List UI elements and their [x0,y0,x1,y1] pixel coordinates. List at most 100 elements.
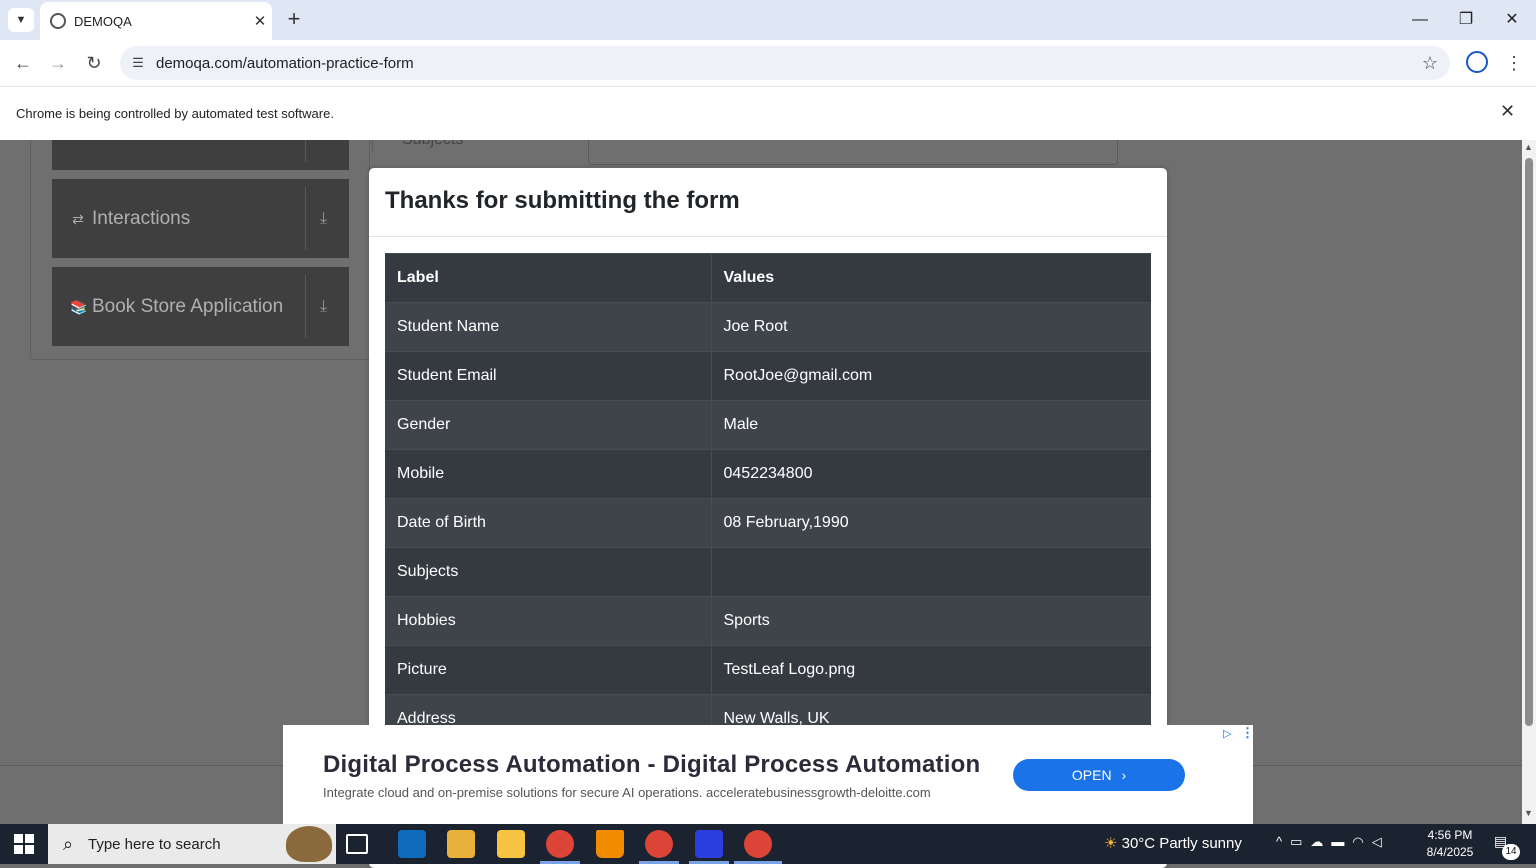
weather-widget[interactable]: ☀ 30°C Partly sunny [1104,834,1242,852]
download-arrow-icon: ⤓ [320,209,328,227]
infobar-message: Chrome is being controlled by automated … [16,106,334,121]
sidebar-group-label: Book Store Application [92,295,284,317]
row-label: Student Email [385,351,712,401]
row-label: Mobile [385,449,712,499]
site-info-icon[interactable]: ☰ [120,55,156,71]
row-value: TestLeaf Logo.png [711,645,1151,695]
volume-icon[interactable]: ◁ [1372,834,1390,849]
minimize-icon[interactable]: — [1400,6,1440,34]
table-row: Picture TestLeaf Logo.png [385,645,1151,695]
url-text[interactable]: demoqa.com/automation-practice-form [156,55,1410,72]
table-row: Hobbies Sports [385,596,1151,646]
back-icon[interactable]: ← [8,48,38,78]
globe-icon [50,13,66,29]
column-header-label: Label [385,253,712,303]
row-value: Male [711,400,1151,450]
row-label: Date of Birth [385,498,712,548]
profile-icon[interactable] [1466,51,1488,73]
taskbar-search[interactable]: ⌕ Type here to search [48,824,336,864]
file-explorer-icon[interactable] [447,830,475,858]
subjects-label: Subjects [402,140,463,149]
windows-taskbar: ⌕ Type here to search ☀ 30°C Partly sunn… [0,824,1536,864]
row-value: 0452234800 [711,449,1151,499]
task-view-icon[interactable] [346,834,368,854]
scroll-thumb[interactable] [1525,158,1533,726]
row-value: Sports [711,596,1151,646]
bookmark-star-icon[interactable]: ☆ [1410,53,1450,74]
sidebar-group-book-store[interactable]: 📚 Book Store Application ⤓ [52,267,349,346]
partly-sunny-icon: ☀ [1104,835,1118,852]
tab-title: DEMOQA [74,13,132,29]
row-label: Subjects [385,547,712,597]
vlc-icon[interactable] [596,830,624,858]
row-value: Joe Root [711,302,1151,352]
system-tray[interactable]: ^▭☁▬◠◁ [1276,834,1390,850]
ad-open-button[interactable]: OPEN › [1013,759,1185,791]
column-header-values: Values [711,253,1151,303]
subjects-input[interactable] [588,140,1118,165]
clock-time: 4:56 PM [1427,828,1473,842]
chrome-icon[interactable] [546,830,574,858]
modal-title: Thanks for submitting the form [385,187,740,214]
chrome-active-icon[interactable] [744,830,772,858]
row-label: Hobbies [385,596,712,646]
modal-header: Thanks for submitting the form [369,168,1167,237]
sidebar-group-label: Interactions [92,207,191,229]
browser-tab[interactable]: DEMOQA ✕ [40,2,272,40]
new-tab-button[interactable]: + [282,6,306,34]
sidebar-group-interactions[interactable]: ⇄ Interactions ⤓ [52,179,349,258]
download-arrow-icon: ⤓ [320,297,328,315]
tab-search-chevron-icon[interactable]: ▼ [8,8,34,32]
tab-bar: ▼ DEMOQA ✕ + — ❐ ✕ [0,0,1536,40]
table-row: Date of Birth 08 February,1990 [385,498,1151,548]
ad-open-label: OPEN [1071,767,1112,783]
page-scrollbar[interactable]: ▲ ▼ [1522,140,1536,824]
ad-menu-icon[interactable]: ⋮ [1241,725,1254,741]
battery-icon[interactable]: ▬ [1331,834,1352,849]
scroll-down-icon[interactable]: ▼ [1524,808,1533,818]
row-value: 08 February,1990 [711,498,1151,548]
weather-text: 30°C Partly sunny [1121,835,1242,852]
infobar-close-icon[interactable]: ✕ [1500,101,1515,122]
ad-subtitle[interactable]: Integrate cloud and on-premise solutions… [323,785,931,800]
close-tab-icon[interactable]: ✕ [248,12,272,30]
table-row: Student Email RootJoe@gmail.com [385,351,1151,401]
chevron-up-icon[interactable]: ^ [1276,834,1290,849]
display-icon[interactable]: ▭ [1290,834,1310,849]
ad-banner[interactable]: ▷ ⋮ Digital Process Automation - Digital… [283,725,1254,824]
windows-start-icon[interactable] [14,834,34,854]
taskbar-search-placeholder: Type here to search [88,835,221,853]
outlook-icon[interactable] [398,830,426,858]
restore-icon[interactable]: ❐ [1446,6,1486,34]
intellij-icon[interactable] [695,830,723,858]
notification-badge: 14 [1502,844,1520,860]
ad-title[interactable]: Digital Process Automation - Digital Pro… [323,751,980,779]
submission-table: Label Values Student Name Joe Root Stude… [385,253,1151,744]
browser-toolbar: ← → ↻ ☰ demoqa.com/automation-practice-f… [0,40,1536,86]
table-row: Mobile 0452234800 [385,449,1151,499]
sticky-notes-icon[interactable] [497,830,525,858]
clock[interactable]: 4:56 PM 8/4/2025 [1422,827,1478,861]
clock-date: 8/4/2025 [1426,845,1474,859]
address-bar[interactable]: ☰ demoqa.com/automation-practice-form ☆ [120,46,1450,80]
row-label: Gender [385,400,712,450]
close-window-icon[interactable]: ✕ [1492,6,1532,34]
ad-choices-icon[interactable]: ▷ [1223,727,1231,740]
owl-illustration-icon [286,826,332,862]
forward-icon[interactable]: → [43,48,73,78]
reload-icon[interactable]: ↻ [79,48,109,78]
onedrive-icon[interactable]: ☁ [1310,834,1331,849]
wifi-icon[interactable]: ◠ [1352,834,1371,849]
table-row: Student Name Joe Root [385,302,1151,352]
automation-infobar: Chrome is being controlled by automated … [0,86,1536,140]
table-header-row: Label Values [385,253,1151,303]
scroll-up-icon[interactable]: ▲ [1524,142,1533,152]
more-menu-icon[interactable]: ⋮ [1504,50,1524,76]
chrome-icon[interactable] [645,830,673,858]
row-value [711,547,1151,597]
form-border [372,140,373,152]
table-row: Gender Male [385,400,1151,450]
search-icon: ⌕ [62,833,74,854]
row-label: Picture [385,645,712,695]
sidebar-group-previous[interactable] [52,140,349,170]
